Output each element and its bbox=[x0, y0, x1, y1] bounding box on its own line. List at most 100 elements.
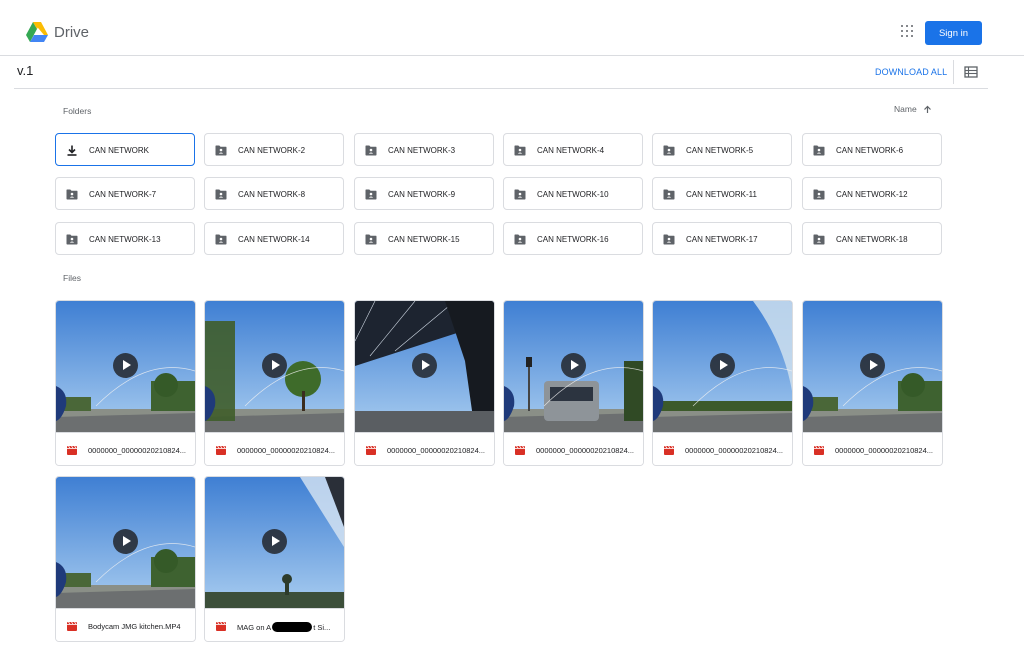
folder-title: v.1 bbox=[17, 63, 34, 78]
folder-card[interactable]: CAN NETWORK-7 bbox=[55, 177, 195, 210]
folders-heading: Folders bbox=[63, 106, 92, 116]
shared-folder-icon bbox=[215, 145, 227, 156]
play-icon[interactable] bbox=[262, 529, 287, 554]
folder-card[interactable]: CAN NETWORK-10 bbox=[503, 177, 643, 210]
video-file-icon bbox=[366, 446, 376, 455]
thumbnail bbox=[205, 477, 344, 608]
file-name: 0000000_00000020210824... bbox=[536, 446, 635, 455]
divider bbox=[14, 88, 988, 89]
files-heading: Files bbox=[63, 273, 81, 283]
file-name: Bodycam JMG kitchen.MP4 bbox=[88, 622, 181, 631]
folder-card[interactable]: CAN NETWORK-15 bbox=[354, 222, 494, 255]
folder-name: CAN NETWORK-10 bbox=[537, 190, 609, 199]
thumbnail bbox=[56, 301, 195, 432]
file-card[interactable]: 0000000_00000020210824... bbox=[652, 300, 793, 466]
thumbnail bbox=[653, 301, 792, 432]
video-file-icon bbox=[814, 446, 824, 455]
sort-label: Name bbox=[894, 104, 917, 114]
folder-card[interactable]: CAN NETWORK-3 bbox=[354, 133, 494, 166]
file-info-bar: 0000000_00000020210824... bbox=[56, 432, 195, 465]
folder-card[interactable]: CAN NETWORK-6 bbox=[802, 133, 942, 166]
file-info-bar: 0000000_00000020210824... bbox=[504, 432, 643, 465]
play-icon[interactable] bbox=[561, 353, 586, 378]
app-title: Drive bbox=[54, 24, 90, 41]
file-card[interactable]: Bodycam JMG kitchen.MP4 bbox=[55, 476, 196, 642]
shared-folder-icon bbox=[215, 234, 227, 245]
file-info-bar: MAG on A t Si... bbox=[205, 608, 344, 641]
folder-card[interactable]: CAN NETWORK-5 bbox=[652, 133, 792, 166]
shared-folder-icon bbox=[365, 189, 377, 200]
shared-folder-icon bbox=[813, 145, 825, 156]
folder-name: CAN NETWORK-12 bbox=[836, 190, 908, 199]
folder-card[interactable]: CAN NETWORK-16 bbox=[503, 222, 643, 255]
folder-name: CAN NETWORK-8 bbox=[238, 190, 306, 199]
file-name: 0000000_00000020210824... bbox=[88, 446, 187, 455]
file-card[interactable]: 0000000_00000020210824... bbox=[802, 300, 943, 466]
play-icon[interactable] bbox=[113, 353, 138, 378]
sort-by-name-button[interactable]: Name bbox=[894, 104, 932, 114]
file-name: MAG on A t Si... bbox=[237, 622, 339, 632]
video-file-icon bbox=[515, 446, 525, 455]
file-name: 0000000_00000020210824... bbox=[835, 446, 934, 455]
video-file-icon bbox=[664, 446, 674, 455]
folder-card[interactable]: CAN NETWORK-4 bbox=[503, 133, 643, 166]
shared-folder-icon bbox=[514, 189, 526, 200]
file-card[interactable]: 0000000_00000020210824... bbox=[503, 300, 644, 466]
folder-name: CAN NETWORK-18 bbox=[836, 235, 908, 244]
file-name-part: MAG on A bbox=[237, 623, 272, 632]
file-info-bar: 0000000_00000020210824... bbox=[205, 432, 344, 465]
drive-logo-icon[interactable] bbox=[26, 22, 48, 42]
folder-card[interactable]: CAN NETWORK bbox=[55, 133, 195, 166]
file-card[interactable]: 0000000_00000020210824... bbox=[55, 300, 196, 466]
shared-folder-icon bbox=[663, 234, 675, 245]
top-bar: Drive Sign in bbox=[0, 0, 1024, 56]
folder-card[interactable]: CAN NETWORK-13 bbox=[55, 222, 195, 255]
folder-name: CAN NETWORK-13 bbox=[89, 235, 161, 244]
folder-card[interactable]: CAN NETWORK-11 bbox=[652, 177, 792, 210]
shared-folder-icon bbox=[813, 189, 825, 200]
sign-in-button[interactable]: Sign in bbox=[925, 21, 982, 45]
folder-name: CAN NETWORK-4 bbox=[537, 146, 605, 155]
play-icon[interactable] bbox=[262, 353, 287, 378]
folder-name: CAN NETWORK-11 bbox=[686, 190, 757, 199]
thumbnail bbox=[205, 301, 344, 432]
shared-folder-icon bbox=[813, 234, 825, 245]
folder-card[interactable]: CAN NETWORK-12 bbox=[802, 177, 942, 210]
file-info-bar: 0000000_00000020210824... bbox=[803, 432, 942, 465]
shared-folder-icon bbox=[663, 145, 675, 156]
file-info-bar: 0000000_00000020210824... bbox=[355, 432, 494, 465]
download-all-button[interactable]: DOWNLOAD ALL bbox=[875, 67, 947, 77]
folder-name: CAN NETWORK-9 bbox=[388, 190, 456, 199]
folder-name: CAN NETWORK-7 bbox=[89, 190, 157, 199]
folder-card[interactable]: CAN NETWORK-8 bbox=[204, 177, 344, 210]
download-icon bbox=[67, 145, 77, 156]
thumbnail bbox=[504, 301, 643, 432]
video-file-icon bbox=[67, 446, 77, 455]
shared-folder-icon bbox=[514, 234, 526, 245]
list-view-icon[interactable] bbox=[964, 65, 978, 79]
play-icon[interactable] bbox=[113, 529, 138, 554]
folder-card[interactable]: CAN NETWORK-14 bbox=[204, 222, 344, 255]
folder-name: CAN NETWORK-15 bbox=[388, 235, 460, 244]
file-info-bar: 0000000_00000020210824... bbox=[653, 432, 792, 465]
redaction-bar bbox=[272, 622, 313, 632]
play-icon[interactable] bbox=[860, 353, 885, 378]
folder-name: CAN NETWORK-16 bbox=[537, 235, 609, 244]
file-name: 0000000_00000020210824... bbox=[387, 446, 486, 455]
folder-card[interactable]: CAN NETWORK-9 bbox=[354, 177, 494, 210]
folder-card[interactable]: CAN NETWORK-2 bbox=[204, 133, 344, 166]
apps-grid-icon[interactable] bbox=[895, 19, 919, 43]
play-icon[interactable] bbox=[412, 353, 437, 378]
folder-card[interactable]: CAN NETWORK-17 bbox=[652, 222, 792, 255]
thumbnail bbox=[803, 301, 942, 432]
folder-card[interactable]: CAN NETWORK-18 bbox=[802, 222, 942, 255]
file-card[interactable]: 0000000_00000020210824... bbox=[354, 300, 495, 466]
folder-name: CAN NETWORK-17 bbox=[686, 235, 758, 244]
file-card[interactable]: 0000000_00000020210824... bbox=[204, 300, 345, 466]
folder-name: CAN NETWORK-14 bbox=[238, 235, 310, 244]
thumbnail bbox=[355, 301, 494, 432]
video-file-icon bbox=[216, 622, 226, 631]
file-card[interactable]: MAG on A t Si... bbox=[204, 476, 345, 642]
play-icon[interactable] bbox=[710, 353, 735, 378]
file-info-bar: Bodycam JMG kitchen.MP4 bbox=[56, 608, 195, 641]
